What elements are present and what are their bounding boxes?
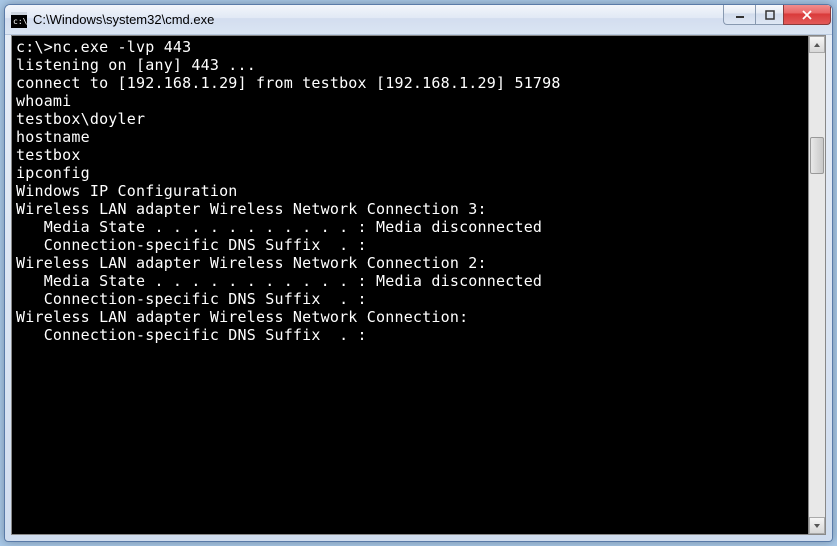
client-area: c:\>nc.exe -lvp 443listening on [any] 44…	[11, 35, 826, 535]
minimize-button[interactable]	[723, 5, 755, 25]
terminal-line: Connection-specific DNS Suffix . :	[16, 326, 808, 344]
titlebar[interactable]: c:\ C:\Windows\system32\cmd.exe	[5, 5, 832, 35]
terminal-line: testbox\doyler	[16, 110, 808, 128]
terminal-line: Media State . . . . . . . . . . . : Medi…	[16, 272, 808, 290]
close-button[interactable]	[783, 5, 831, 25]
terminal-line: Wireless LAN adapter Wireless Network Co…	[16, 308, 808, 326]
terminal-line: Wireless LAN adapter Wireless Network Co…	[16, 200, 808, 218]
cmd-icon: c:\	[11, 12, 27, 28]
terminal-line: whoami	[16, 92, 808, 110]
scrollbar[interactable]	[808, 36, 825, 534]
terminal-line: Connection-specific DNS Suffix . :	[16, 290, 808, 308]
terminal-line: hostname	[16, 128, 808, 146]
terminal-line: ipconfig	[16, 164, 808, 182]
terminal-line: listening on [any] 443 ...	[16, 56, 808, 74]
cmd-window: c:\ C:\Windows\system32\cmd.exe c:\>nc.e…	[4, 4, 833, 542]
scroll-down-button[interactable]	[809, 517, 825, 534]
terminal-line: connect to [192.168.1.29] from testbox […	[16, 74, 808, 92]
terminal-output[interactable]: c:\>nc.exe -lvp 443listening on [any] 44…	[12, 36, 808, 534]
terminal-line: testbox	[16, 146, 808, 164]
terminal-line: Media State . . . . . . . . . . . : Medi…	[16, 218, 808, 236]
terminal-line: c:\>nc.exe -lvp 443	[16, 38, 808, 56]
scroll-track[interactable]	[809, 53, 825, 517]
scroll-up-button[interactable]	[809, 36, 825, 53]
window-title: C:\Windows\system32\cmd.exe	[33, 12, 723, 27]
terminal-line: Windows IP Configuration	[16, 182, 808, 200]
window-controls	[723, 5, 831, 25]
maximize-button[interactable]	[755, 5, 783, 25]
svg-text:c:\: c:\	[13, 17, 27, 26]
terminal-line: Wireless LAN adapter Wireless Network Co…	[16, 254, 808, 272]
scroll-thumb[interactable]	[810, 137, 824, 174]
terminal-line: Connection-specific DNS Suffix . :	[16, 236, 808, 254]
